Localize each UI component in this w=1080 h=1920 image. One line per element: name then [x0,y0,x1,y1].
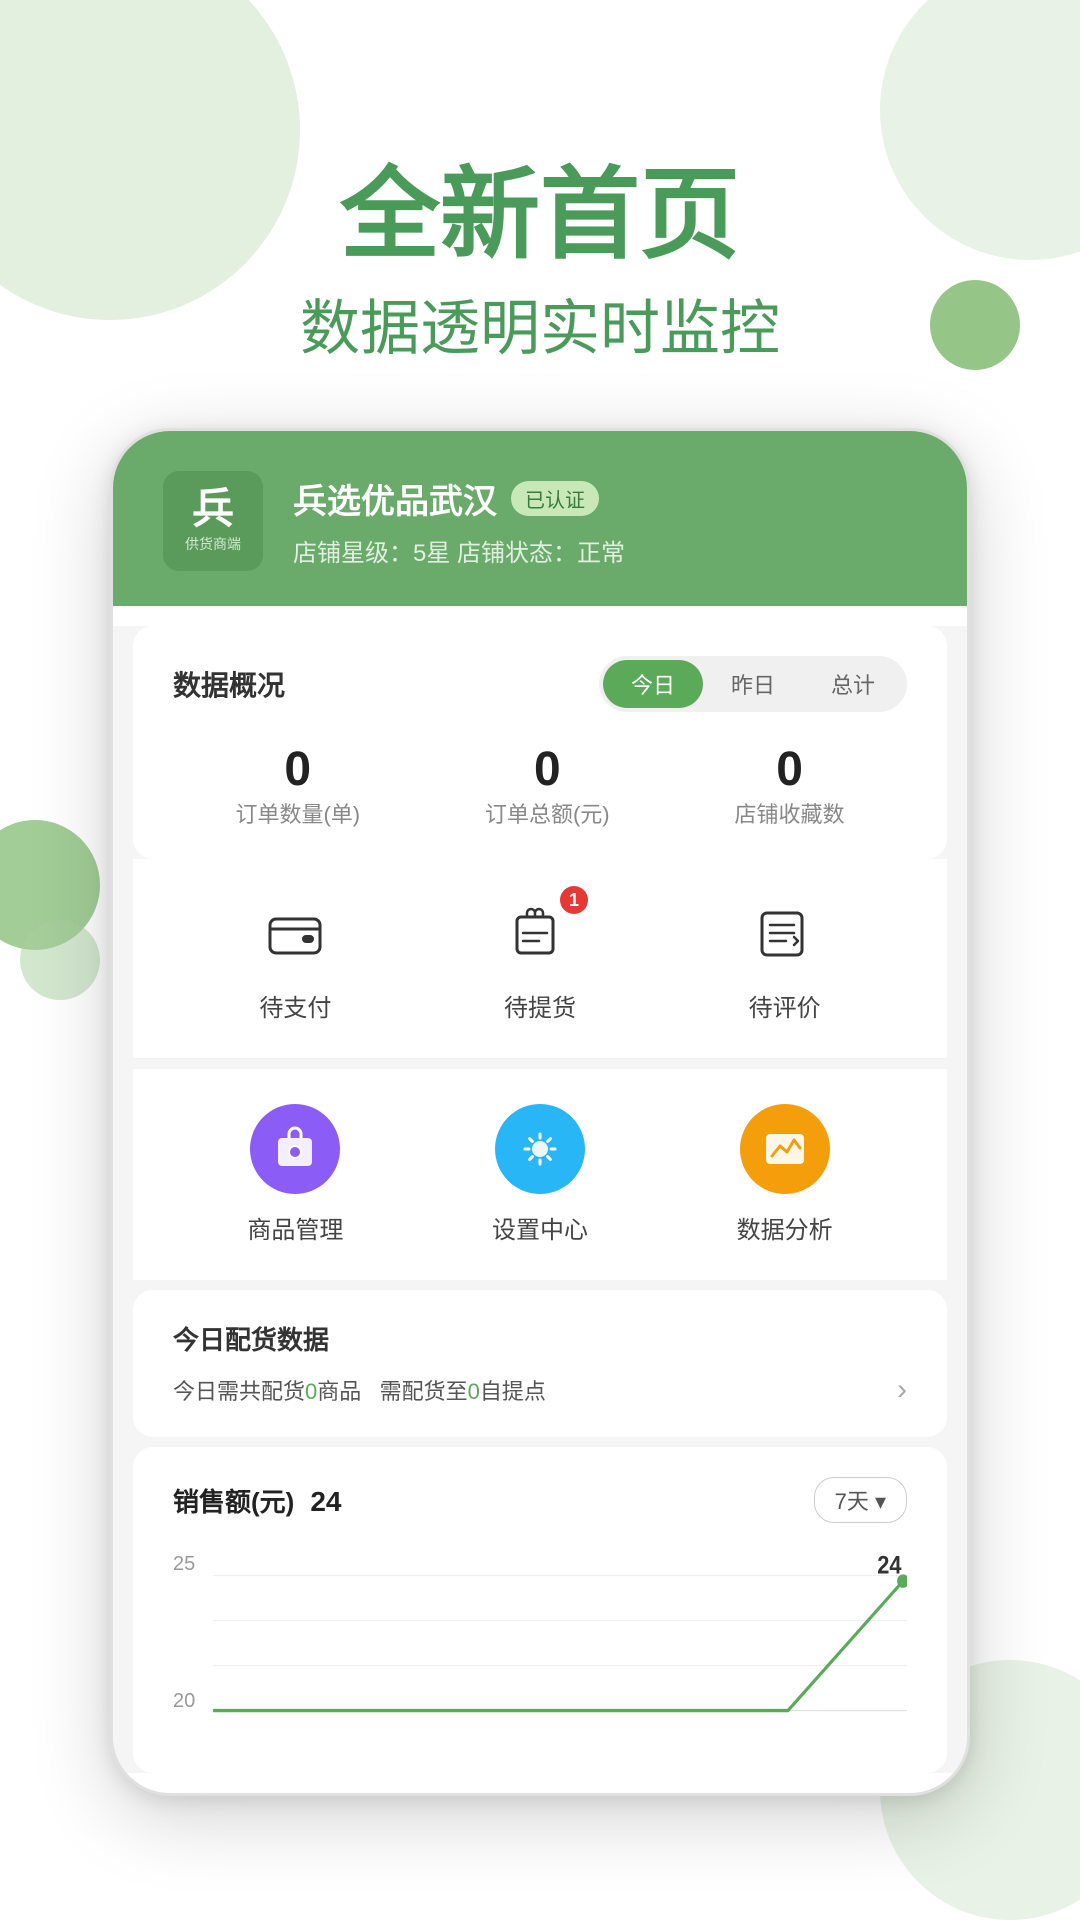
product-mgmt-icon-circle [250,1104,340,1194]
action-pending-review[interactable]: 待评价 [745,894,825,1023]
pending-pickup-icon-wrap: 1 [500,894,580,974]
tab-yesterday[interactable]: 昨日 [703,660,803,708]
pending-review-icon-wrap [745,894,825,974]
stat-order-count-value: 0 [235,742,360,797]
stat-store-favorites-value: 0 [735,742,845,797]
stat-order-count: 0 订单数量(单) [235,742,360,829]
product-mgmt-label: 商品管理 [247,1210,343,1245]
sales-title-group: 销售额(元) 24 [173,1482,341,1519]
days-label: 7天 ▾ [835,1484,886,1516]
sales-card: 销售额(元) 24 7天 ▾ 25 20 [133,1447,947,1773]
pickup-icon [509,903,571,965]
y-axis-labels: 25 20 [173,1553,213,1733]
card-divider-1 [133,1058,947,1059]
pending-pickup-label: 待提货 [504,988,576,1023]
app-body: 数据概况 今日 昨日 总计 0 订单数量(单) 0 订单总额(元) [113,626,967,1773]
phone-wrapper: 兵 供货商端 兵选优品武汉 已认证 店铺星级：5星 店铺状态：正常 数据概况 今… [0,428,1080,1836]
delivery-chevron-icon: › [897,1373,907,1407]
feature-data-analysis[interactable]: 数据分析 [737,1104,833,1245]
feature-product-mgmt[interactable]: 商品管理 [247,1104,343,1245]
data-overview-header: 数据概况 今日 昨日 总计 [173,656,907,712]
review-icon [754,903,816,965]
quick-actions-card: 待支付 1 待提货 [133,859,947,1058]
settings-icon [515,1124,565,1174]
data-overview-card: 数据概况 今日 昨日 总计 0 订单数量(单) 0 订单总额(元) [133,626,947,859]
delivery-card: 今日配货数据 今日需共配货0商品 需配货至0自提点 › [133,1290,947,1437]
app-header: 兵 供货商端 兵选优品武汉 已认证 店铺星级：5星 店铺状态：正常 [113,431,967,606]
hero-subtitle: 数据透明实时监控 [0,290,1080,368]
sales-value: 24 [310,1486,341,1518]
stat-order-amount: 0 订单总额(元) [485,742,610,829]
stat-order-count-label: 订单数量(单) [235,802,360,827]
delivery-info-text: 今日需共配货0商品 需配货至0自提点 [173,1374,546,1406]
product-mgmt-icon [270,1124,320,1174]
app-logo: 兵 供货商端 [163,471,263,571]
sales-title: 销售额(元) [173,1482,294,1519]
features-card: 商品管理 设置中心 [133,1069,947,1280]
data-analysis-label: 数据分析 [737,1210,833,1245]
sales-header: 销售额(元) 24 7天 ▾ [173,1477,907,1523]
chart-line [213,1581,903,1710]
y-label-25: 25 [173,1553,213,1576]
pending-review-label: 待评价 [749,988,821,1023]
feature-settings[interactable]: 设置中心 [492,1104,588,1245]
store-name-row: 兵选优品武汉 已认证 [293,474,917,523]
pickup-count-highlight: 0 [468,1379,480,1404]
action-pending-pickup[interactable]: 1 待提货 [500,894,580,1023]
app-logo-char: 兵 [192,488,234,530]
y-label-20: 20 [173,1690,213,1713]
delivery-title: 今日配货数据 [173,1320,907,1357]
hero-section: 全新首页 数据透明实时监控 [0,0,1080,428]
data-analysis-icon [760,1124,810,1174]
stat-store-favorites-label: 店铺收藏数 [735,802,845,827]
days-selector[interactable]: 7天 ▾ [814,1477,907,1523]
chart-peak-label: 24 [877,1553,901,1579]
pending-payment-label: 待支付 [259,988,331,1023]
store-meta: 店铺星级：5星 店铺状态：正常 [293,533,917,568]
sales-chart-svg: 24 [213,1553,907,1733]
pending-payment-icon-wrap [255,894,335,974]
delivery-info-row[interactable]: 今日需共配货0商品 需配货至0自提点 › [173,1373,907,1407]
chart-container: 25 20 [173,1553,907,1733]
tab-total[interactable]: 总计 [803,660,903,708]
app-logo-sub: 供货商端 [185,534,241,554]
app-header-info: 兵选优品武汉 已认证 店铺星级：5星 店铺状态：正常 [293,474,917,568]
store-name: 兵选优品武汉 [293,474,497,523]
tab-today[interactable]: 今日 [603,660,703,708]
data-overview-title: 数据概况 [173,664,285,704]
stat-order-amount-label: 订单总额(元) [485,802,610,827]
stat-order-amount-value: 0 [485,742,610,797]
verified-badge: 已认证 [511,481,599,516]
settings-label: 设置中心 [492,1210,588,1245]
settings-icon-circle [495,1104,585,1194]
tab-group: 今日 昨日 总计 [599,656,907,712]
pickup-badge: 1 [560,886,588,914]
stats-row: 0 订单数量(单) 0 订单总额(元) 0 店铺收藏数 [173,742,907,829]
goods-count-highlight: 0 [305,1379,317,1404]
action-pending-payment[interactable]: 待支付 [255,894,335,1023]
wallet-icon [264,903,326,965]
stat-store-favorites: 0 店铺收藏数 [735,742,845,829]
hero-title: 全新首页 [0,160,1080,270]
data-analysis-icon-circle [740,1104,830,1194]
phone-mockup: 兵 供货商端 兵选优品武汉 已认证 店铺星级：5星 店铺状态：正常 数据概况 今… [110,428,970,1796]
